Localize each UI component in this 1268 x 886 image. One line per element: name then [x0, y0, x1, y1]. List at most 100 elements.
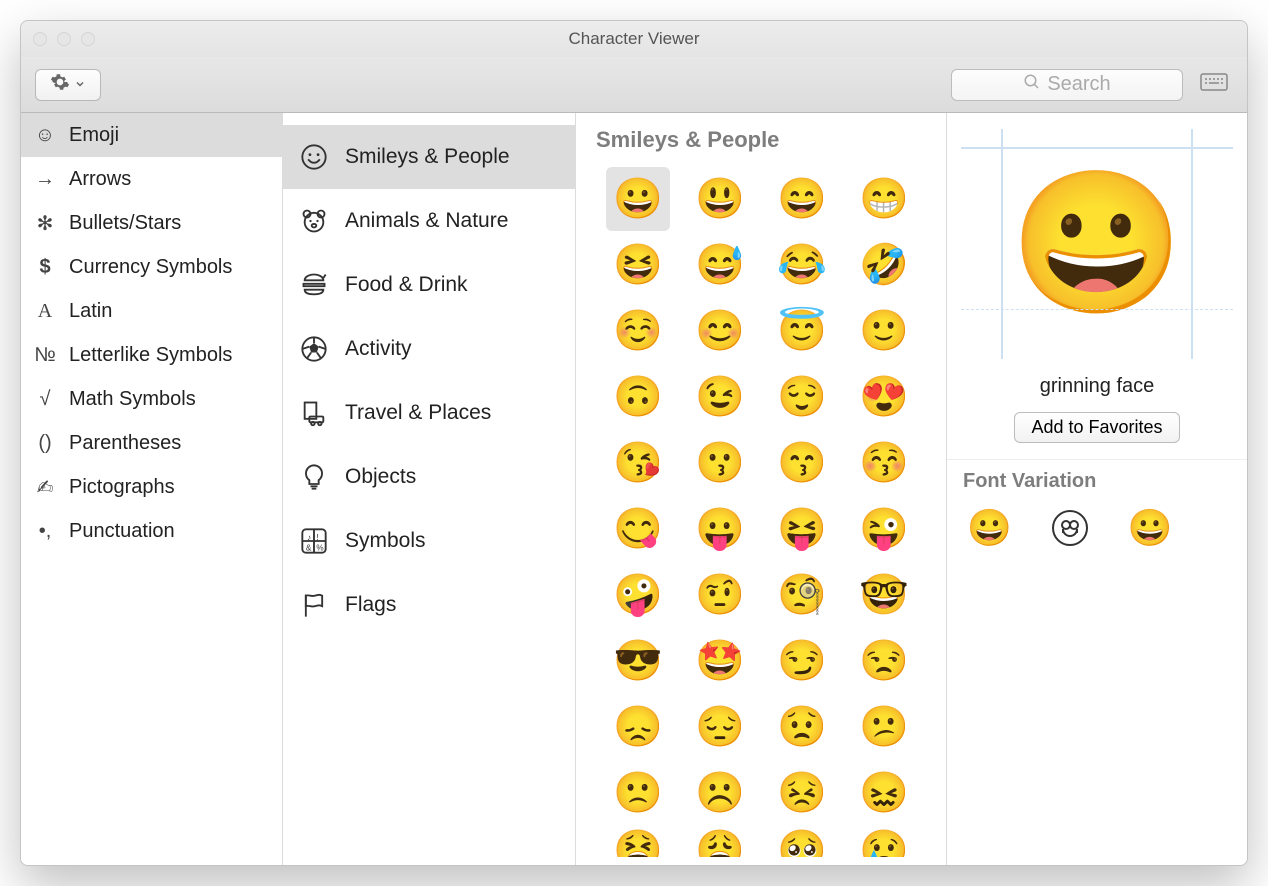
emoji-cell[interactable]: 😁 — [852, 167, 916, 231]
emoji-cell[interactable]: 😄 — [770, 167, 834, 231]
subcategory-smileys-people[interactable]: Smileys & People — [283, 125, 575, 189]
emoji-cell[interactable]: 😃 — [688, 167, 752, 231]
writing-hand-icon: ✍︎ — [33, 475, 57, 500]
font-variation-header: Font Variation — [947, 460, 1247, 503]
chevron-down-icon — [74, 74, 86, 95]
dollar-icon: $ — [33, 256, 57, 279]
category-pictographs[interactable]: ✍︎ Pictographs — [21, 465, 282, 509]
category-emoji[interactable]: ☺ Emoji — [21, 113, 282, 157]
subcategory-label: Animals & Nature — [345, 209, 508, 233]
emoji-cell[interactable]: 🙂 — [852, 299, 916, 363]
emoji-cell[interactable]: 😩 — [688, 827, 752, 857]
burger-icon — [299, 270, 329, 300]
emoji-cell[interactable]: 😊 — [688, 299, 752, 363]
emoji-cell[interactable]: 😆 — [606, 233, 670, 297]
emoji-cell[interactable]: 🙃 — [606, 365, 670, 429]
category-letterlike-symbols[interactable]: № Letterlike Symbols — [21, 333, 282, 377]
emoji-cell[interactable]: 😎 — [606, 629, 670, 693]
emoji-cell[interactable]: 😝 — [770, 497, 834, 561]
emoji-cell[interactable]: 😔 — [688, 695, 752, 759]
emoji-cell[interactable]: 😣 — [770, 761, 834, 825]
emoji-cell[interactable]: 🤪 — [606, 563, 670, 627]
emoji-cell[interactable]: 🙁 — [606, 761, 670, 825]
category-math-symbols[interactable]: √ Math Symbols — [21, 377, 282, 421]
category-bullets-stars[interactable]: ✻ Bullets/Stars — [21, 201, 282, 245]
add-to-favorites-button[interactable]: Add to Favorites — [1014, 412, 1179, 443]
emoji-cell[interactable]: 🤣 — [852, 233, 916, 297]
bear-icon — [299, 206, 329, 236]
emoji-cell[interactable]: 🤨 — [688, 563, 752, 627]
emoji-cell[interactable]: 😙 — [770, 431, 834, 495]
subcategory-label: Food & Drink — [345, 273, 468, 297]
punctuation-icon: •, — [33, 520, 57, 543]
emoji-cell[interactable]: 🥺 — [770, 827, 834, 857]
window-title: Character Viewer — [21, 29, 1247, 49]
emoji-cell[interactable]: 😢 — [852, 827, 916, 857]
emoji-cell[interactable]: 😏 — [770, 629, 834, 693]
font-variation-option[interactable] — [1052, 510, 1088, 546]
emoji-cell[interactable]: 😕 — [852, 695, 916, 759]
symbols-icon: ♪!&% — [299, 526, 329, 556]
category-label: Bullets/Stars — [69, 212, 181, 235]
category-parentheses[interactable]: () Parentheses — [21, 421, 282, 465]
category-punctuation[interactable]: •, Punctuation — [21, 509, 282, 553]
emoji-cell[interactable]: 😒 — [852, 629, 916, 693]
font-variation-option[interactable]: 😀 — [1128, 507, 1173, 549]
emoji-cell[interactable]: 😜 — [852, 497, 916, 561]
preview-glyph: 😀 — [961, 129, 1233, 359]
emoji-cell[interactable]: 😘 — [606, 431, 670, 495]
emoji-cell[interactable]: 😟 — [770, 695, 834, 759]
parentheses-icon: () — [33, 432, 57, 455]
emoji-cell[interactable]: 😇 — [770, 299, 834, 363]
emoji-cell[interactable]: 😛 — [688, 497, 752, 561]
subcategory-label: Objects — [345, 465, 416, 489]
subcategory-activity[interactable]: Activity — [283, 317, 575, 381]
search-input[interactable]: Search — [951, 69, 1183, 101]
emoji-cell[interactable]: 😋 — [606, 497, 670, 561]
emoji-cell[interactable]: 😅 — [688, 233, 752, 297]
svg-text:%: % — [316, 543, 323, 552]
font-variation-option[interactable]: 😀 — [967, 507, 1012, 549]
emoji-cell[interactable]: 😌 — [770, 365, 834, 429]
toggle-compact-view-button[interactable] — [1195, 69, 1233, 101]
content-area: ☺ Emoji → Arrows ✻ Bullets/Stars $ Curre… — [21, 113, 1247, 865]
emoji-grid[interactable]: 😀 😃 😄 😁 😆 😅 😂 🤣 ☺️ 😊 😇 🙂 🙃 😉 😌 😍 😘 😗 😙 😚 😋 😛 😝 😜 🤪 🤨 🧐 🤓 😎 🤩 😏 😒 😞 😔 😟 😕 🙁 ☹️… — [576, 163, 946, 865]
asterisk-icon: ✻ — [33, 211, 57, 236]
emoji-cell[interactable]: 🤩 — [688, 629, 752, 693]
sqrt-icon: √ — [33, 388, 57, 411]
emoji-cell[interactable]: ☺️ — [606, 299, 670, 363]
keyboard-icon — [1200, 71, 1228, 98]
emoji-cell[interactable]: 😀 — [606, 167, 670, 231]
category-currency-symbols[interactable]: $ Currency Symbols — [21, 245, 282, 289]
search-placeholder: Search — [1047, 73, 1110, 96]
action-menu-button[interactable] — [35, 69, 101, 101]
category-latin[interactable]: A Latin — [21, 289, 282, 333]
emoji-cell[interactable]: 😗 — [688, 431, 752, 495]
subcategory-travel-places[interactable]: Travel & Places — [283, 381, 575, 445]
latin-a-icon: A — [33, 300, 57, 323]
emoji-cell[interactable]: 😫 — [606, 827, 670, 857]
emoji-cell[interactable]: 😉 — [688, 365, 752, 429]
lightbulb-icon — [299, 462, 329, 492]
emoji-cell[interactable]: 😖 — [852, 761, 916, 825]
category-label: Math Symbols — [69, 388, 196, 411]
emoji-cell[interactable]: 😞 — [606, 695, 670, 759]
detail-panel: 😀 grinning face Add to Favorites Font Va… — [947, 113, 1247, 865]
subcategory-symbols[interactable]: ♪!&% Symbols — [283, 509, 575, 573]
font-variation-list: 😀 😀 — [947, 503, 1247, 553]
emoji-cell[interactable]: 😂 — [770, 233, 834, 297]
emoji-cell[interactable]: ☹️ — [688, 761, 752, 825]
emoji-cell[interactable]: 😚 — [852, 431, 916, 495]
subcategory-objects[interactable]: Objects — [283, 445, 575, 509]
category-label: Currency Symbols — [69, 256, 232, 279]
emoji-cell[interactable]: 🧐 — [770, 563, 834, 627]
emoji-cell[interactable]: 🤓 — [852, 563, 916, 627]
category-label: Latin — [69, 300, 112, 323]
grid-header: Smileys & People — [576, 113, 946, 163]
emoji-cell[interactable]: 😍 — [852, 365, 916, 429]
subcategory-animals-nature[interactable]: Animals & Nature — [283, 189, 575, 253]
category-arrows[interactable]: → Arrows — [21, 157, 282, 201]
character-grid-panel: Smileys & People 😀 😃 😄 😁 😆 😅 😂 🤣 ☺️ 😊 😇 🙂 🙃 😉 😌 😍 😘 😗 😙 😚 😋 😛… — [576, 113, 947, 865]
subcategory-food-drink[interactable]: Food & Drink — [283, 253, 575, 317]
subcategory-flags[interactable]: Flags — [283, 573, 575, 637]
